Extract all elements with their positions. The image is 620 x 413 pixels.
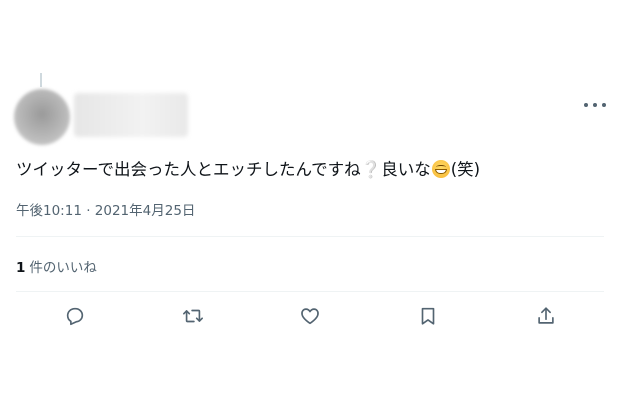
like-button[interactable] [296, 302, 324, 330]
share-icon [538, 307, 554, 324]
bookmark-button[interactable] [414, 302, 442, 330]
grinning-face-icon [431, 160, 450, 178]
tweet-text-mid: 良いな [381, 160, 431, 179]
divider [16, 291, 604, 292]
bookmark-icon [421, 307, 435, 325]
reply-button[interactable] [61, 302, 89, 330]
avatar[interactable] [14, 89, 70, 145]
more-options-icon[interactable] [584, 96, 606, 114]
question-mark-icon: ❔ [360, 160, 382, 179]
author-name-redacted [74, 93, 188, 137]
likes-count[interactable]: 1 件のいいね [16, 256, 97, 276]
retweet-button[interactable] [179, 302, 207, 330]
tweet-timestamp[interactable]: 午後10:11 · 2021年4月25日 [16, 199, 195, 219]
tweet-text-end: (笑) [450, 160, 481, 179]
likes-number: 1 [16, 260, 26, 276]
thread-line [40, 73, 42, 87]
tweet-text: ツイッターで出会った人とエッチしたんですね❔良いな (笑) [16, 158, 480, 182]
retweet-icon [183, 309, 203, 323]
reply-icon [66, 307, 84, 326]
tweet-text-main: ツイッターで出会った人とエッチしたんですね [16, 160, 361, 179]
action-bar [0, 302, 620, 332]
likes-label: 件のいいね [29, 260, 97, 276]
share-button[interactable] [532, 302, 560, 330]
divider [16, 236, 604, 237]
like-icon [301, 308, 319, 325]
